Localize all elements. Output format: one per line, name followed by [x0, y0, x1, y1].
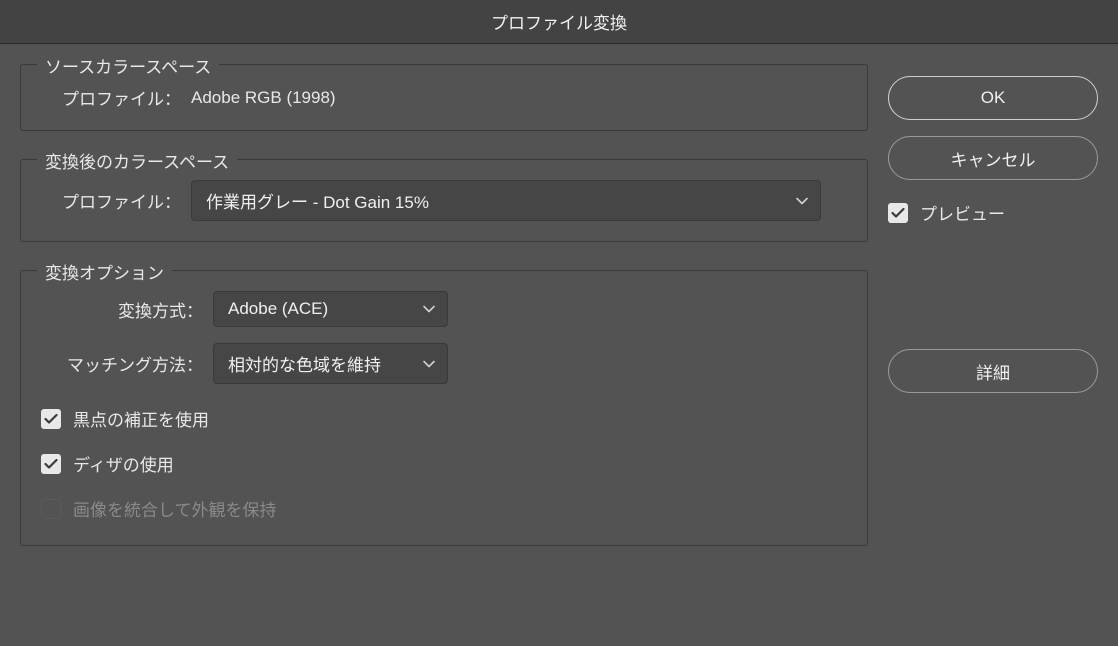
source-legend: ソースカラースペース: [37, 53, 219, 78]
dither-label: ディザの使用: [73, 451, 174, 476]
detail-button-label: 詳細: [976, 359, 1010, 384]
conversion-options-group: 変換オプション 変換方式： Adobe (ACE) マッチング方法： 相対的な色…: [20, 270, 868, 546]
preview-checkbox[interactable]: [888, 203, 908, 223]
destination-profile-label: プロファイル：: [41, 188, 191, 213]
engine-label: 変換方式：: [41, 297, 213, 322]
source-profile-label: プロファイル：: [41, 85, 191, 110]
destination-colorspace-group: 変換後のカラースペース プロファイル： 作業用グレー - Dot Gain 15…: [20, 159, 868, 242]
flatten-checkbox: [41, 499, 61, 519]
cancel-button-label: キャンセル: [951, 146, 1036, 171]
blackpoint-checkbox[interactable]: [41, 409, 61, 429]
intent-label: マッチング方法：: [41, 351, 213, 376]
ok-button-label: OK: [981, 88, 1006, 108]
intent-value: 相対的な色域を維持: [228, 351, 381, 376]
engine-value: Adobe (ACE): [228, 299, 328, 319]
chevron-down-icon: [423, 360, 435, 368]
source-profile-value: Adobe RGB (1998): [191, 88, 336, 108]
destination-profile-value: 作業用グレー - Dot Gain 15%: [206, 188, 429, 213]
destination-profile-dropdown[interactable]: 作業用グレー - Dot Gain 15%: [191, 180, 821, 221]
options-legend: 変換オプション: [37, 259, 172, 284]
preview-label: プレビュー: [920, 200, 1005, 225]
blackpoint-label: 黒点の補正を使用: [73, 406, 209, 431]
engine-dropdown[interactable]: Adobe (ACE): [213, 291, 448, 327]
source-colorspace-group: ソースカラースペース プロファイル： Adobe RGB (1998): [20, 64, 868, 131]
destination-legend: 変換後のカラースペース: [37, 148, 237, 173]
ok-button[interactable]: OK: [888, 76, 1098, 120]
flatten-label: 画像を統合して外観を保持: [73, 496, 277, 521]
chevron-down-icon: [423, 305, 435, 313]
intent-dropdown[interactable]: 相対的な色域を維持: [213, 343, 448, 384]
chevron-down-icon: [796, 197, 808, 205]
detail-button[interactable]: 詳細: [888, 349, 1098, 393]
dither-checkbox[interactable]: [41, 454, 61, 474]
dialog-title: プロファイル変換: [491, 9, 627, 34]
dialog-titlebar: プロファイル変換: [0, 0, 1118, 44]
cancel-button[interactable]: キャンセル: [888, 136, 1098, 180]
